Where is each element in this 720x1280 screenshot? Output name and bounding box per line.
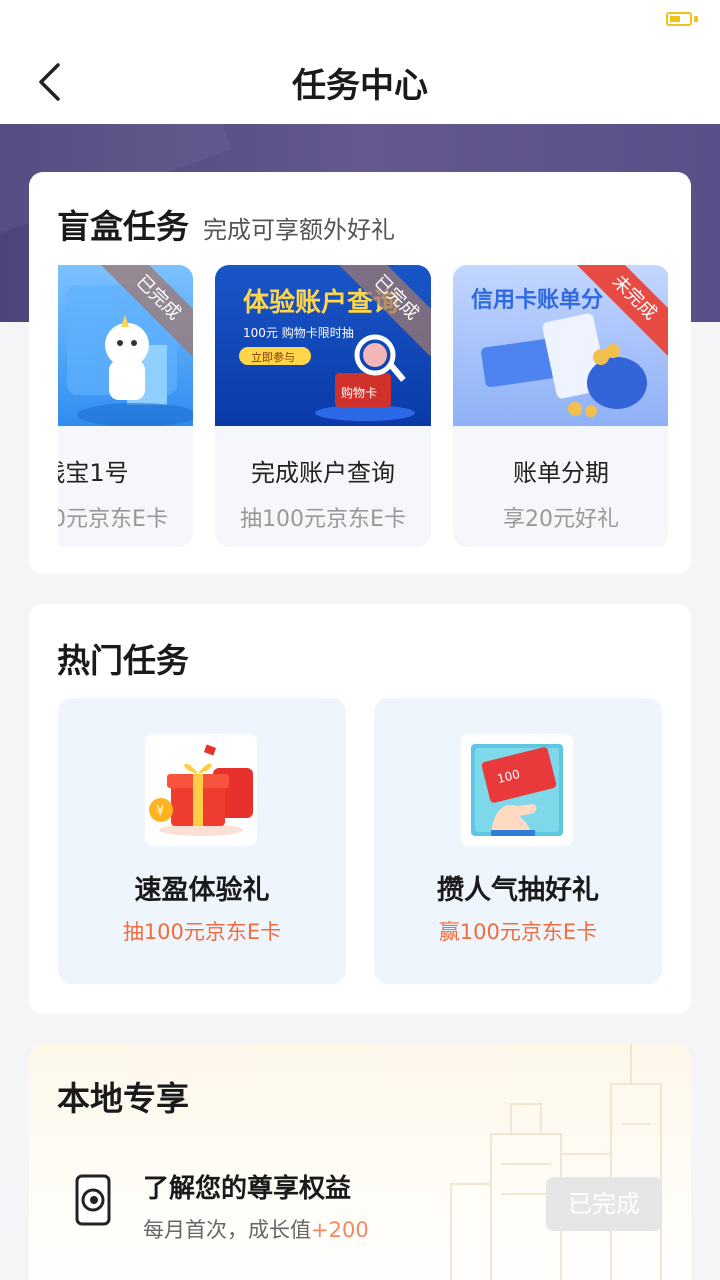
image-card-label: 购物卡 bbox=[341, 385, 377, 400]
local-task-desc-text: 每月首次，成长值 bbox=[143, 1218, 311, 1242]
hot-task-reward: 抽100元京东E卡 bbox=[122, 920, 282, 944]
battery-tip bbox=[694, 16, 698, 22]
hot-tasks-card: 热门任务 ¥ 速盈体验礼 抽100元京东E卡 100 攒人气抽好礼 赢100元京… bbox=[29, 604, 691, 1014]
hot-task-item[interactable]: ¥ 速盈体验礼 抽100元京东E卡 bbox=[58, 698, 346, 984]
local-task-description: 每月首次，成长值+200 bbox=[143, 1214, 369, 1244]
blind-box-header: 盲盒任务 完成可享额外好礼 bbox=[57, 200, 395, 248]
page-title: 任务中心 bbox=[292, 66, 428, 106]
status-bar bbox=[0, 0, 720, 40]
blind-box-title: 盲盒任务 bbox=[57, 207, 189, 246]
battery-icon bbox=[666, 12, 692, 26]
blind-box-item[interactable]: 已完成 钱宝1号 抽100元京东E卡 bbox=[58, 265, 193, 547]
local-task-name: 了解您的尊享权益 bbox=[143, 1174, 352, 1204]
blind-box-item-subtitle: 抽100元京东E卡 bbox=[240, 507, 406, 532]
blind-box-carousel[interactable]: 已完成 钱宝1号 抽100元京东E卡 体验账户查询 100元 购物卡限时抽 立即… bbox=[58, 265, 668, 547]
image-subline: 100元 购物卡限时抽 bbox=[243, 325, 354, 340]
hot-task-reward: 赢100元京东E卡 bbox=[438, 920, 598, 944]
local-exclusive-title: 本地专享 bbox=[57, 1079, 189, 1118]
hot-task-name: 速盈体验礼 bbox=[134, 875, 270, 906]
blind-box-item-title: 完成账户查询 bbox=[251, 459, 395, 487]
city-skyline-illustration bbox=[450, 1044, 662, 1280]
blind-box-subtitle: 完成可享额外好礼 bbox=[203, 216, 395, 244]
card-icon bbox=[73, 1174, 113, 1226]
svg-text:¥: ¥ bbox=[156, 804, 164, 819]
blind-box-item-title: 钱宝1号 bbox=[58, 459, 129, 487]
growth-value-bonus: +200 bbox=[311, 1218, 369, 1242]
gift-box-icon: ¥ bbox=[145, 734, 257, 846]
image-headline: 信用卡账单分 bbox=[471, 287, 603, 313]
blind-box-item[interactable]: 信用卡账单分 未完成 账单分期 享20元好礼 bbox=[453, 265, 668, 547]
local-exclusive-card: 本地专享 了解您的尊享权益 每月首次，成长值+200 已完成 bbox=[29, 1044, 691, 1280]
blind-box-card: 盲盒任务 完成可享额外好礼 已完成 钱宝1号 抽100元京东E bbox=[29, 172, 691, 574]
hot-task-item[interactable]: 100 攒人气抽好礼 赢100元京东E卡 bbox=[374, 698, 662, 984]
nav-bar: 任务中心 bbox=[0, 40, 720, 124]
blind-box-item[interactable]: 体验账户查询 100元 购物卡限时抽 立即参与 购物卡 已完成 完成账户查询 抽… bbox=[215, 265, 431, 547]
blind-box-item-title: 账单分期 bbox=[513, 459, 609, 487]
hot-tasks-title: 热门任务 bbox=[57, 641, 189, 680]
image-button: 立即参与 bbox=[251, 350, 295, 364]
hot-task-name: 攒人气抽好礼 bbox=[437, 875, 599, 906]
blind-box-item-subtitle: 享20元好礼 bbox=[503, 507, 619, 532]
red-card-icon: 100 bbox=[461, 734, 573, 846]
completed-button[interactable]: 已完成 bbox=[546, 1177, 662, 1231]
blind-box-item-subtitle: 抽100元京东E卡 bbox=[58, 507, 168, 532]
